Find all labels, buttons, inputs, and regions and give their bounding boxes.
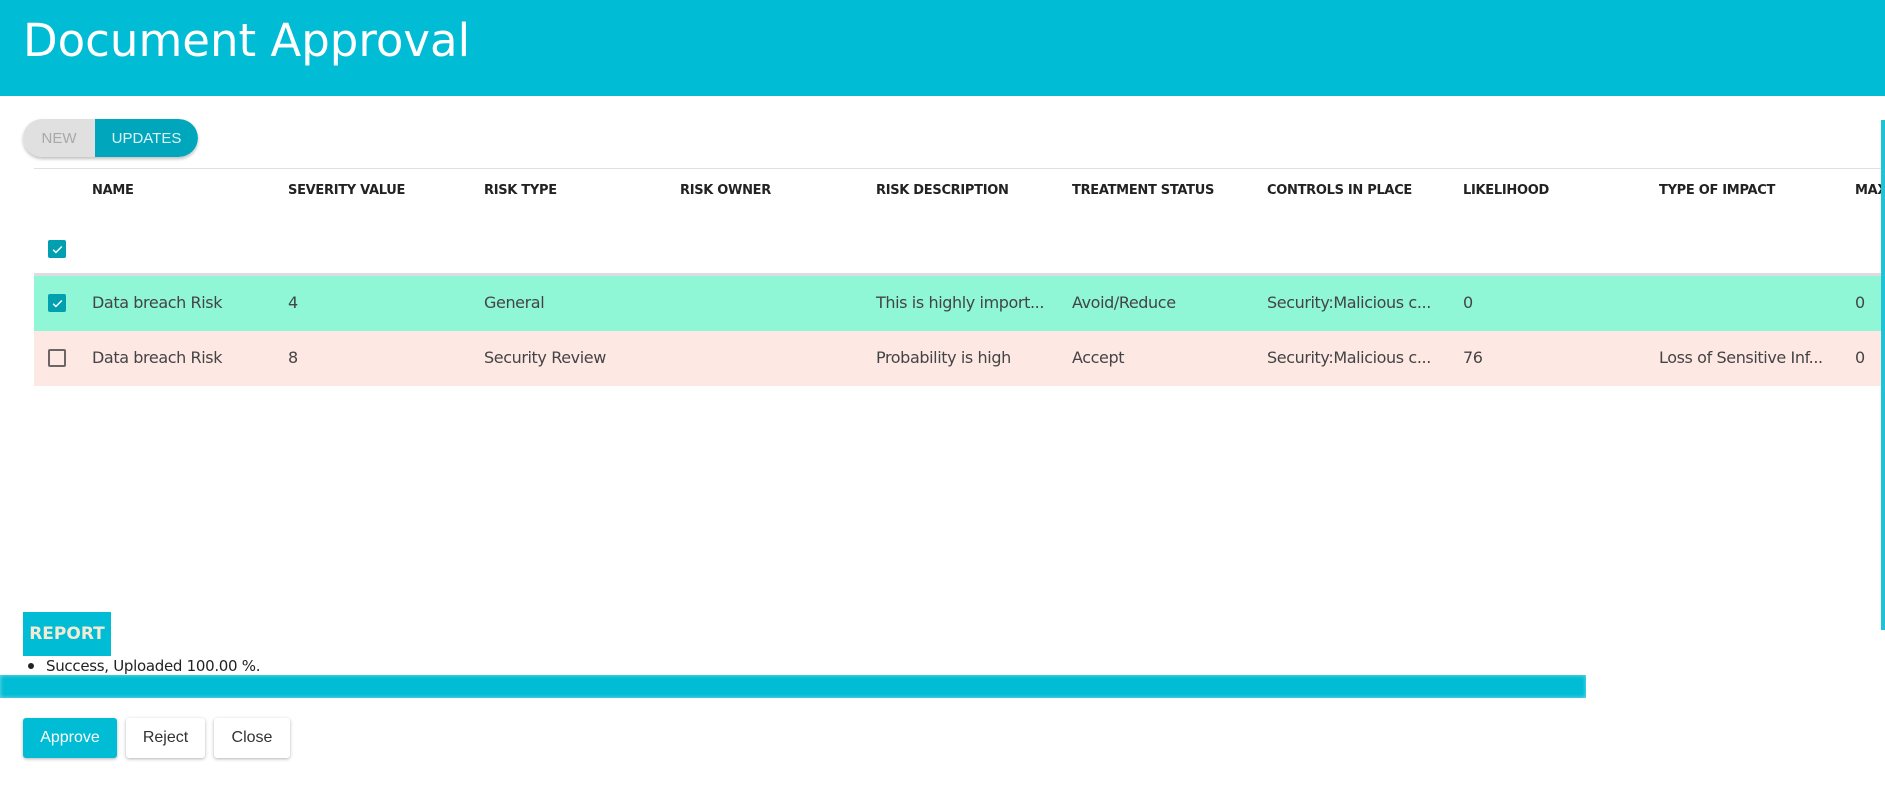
cell-treatment-status: Accept bbox=[1072, 348, 1125, 367]
reject-button[interactable]: Reject bbox=[126, 718, 205, 758]
column-header-risk-type[interactable]: RISK TYPE bbox=[484, 183, 557, 198]
action-buttons: Approve Reject Close bbox=[23, 718, 290, 758]
upload-progress-bar bbox=[0, 675, 1586, 698]
risk-table: NAME SEVERITY VALUE RISK TYPE RISK OWNER… bbox=[34, 168, 1881, 628]
select-all-row bbox=[34, 224, 1881, 274]
cell-severity-value: 4 bbox=[288, 293, 298, 312]
close-button[interactable]: Close bbox=[214, 718, 290, 758]
column-header-risk-description[interactable]: RISK DESCRIPTION bbox=[876, 183, 1009, 198]
column-header-severity-value[interactable]: SEVERITY VALUE bbox=[288, 183, 405, 198]
cell-max: 0 bbox=[1855, 348, 1865, 367]
cell-treatment-status: Avoid/Reduce bbox=[1072, 293, 1176, 312]
column-header-treatment-status[interactable]: TREATMENT STATUS bbox=[1072, 183, 1214, 198]
checkmark-icon bbox=[52, 245, 62, 254]
column-header-max[interactable]: MAX bbox=[1855, 183, 1881, 198]
column-header-likelihood[interactable]: LIKELIHOOD bbox=[1463, 183, 1549, 198]
cell-controls-in-place: Security:Malicious c... bbox=[1267, 293, 1431, 312]
column-header-controls-in-place[interactable]: CONTROLS IN PLACE bbox=[1267, 183, 1412, 198]
toggle-updates[interactable]: UPDATES bbox=[95, 119, 198, 157]
view-toggle: NEW UPDATES bbox=[23, 119, 198, 157]
cell-max: 0 bbox=[1855, 293, 1865, 312]
vertical-scrollbar[interactable] bbox=[1881, 120, 1885, 630]
cell-risk-type: Security Review bbox=[484, 348, 606, 367]
report-message: Success, Uploaded 100.00 %. bbox=[26, 657, 260, 675]
cell-name: Data breach Risk bbox=[92, 348, 223, 367]
column-header-type-of-impact[interactable]: TYPE OF IMPACT bbox=[1659, 183, 1775, 198]
row-checkbox[interactable] bbox=[48, 349, 66, 367]
report-message-text: Success, Uploaded 100.00 %. bbox=[46, 657, 261, 675]
checkmark-icon bbox=[52, 299, 62, 308]
cell-likelihood: 0 bbox=[1463, 293, 1473, 312]
report-messages: Success, Uploaded 100.00 %. bbox=[26, 657, 260, 675]
cell-likelihood: 76 bbox=[1463, 348, 1483, 367]
column-header-name[interactable]: NAME bbox=[92, 183, 134, 198]
cell-name: Data breach Risk bbox=[92, 293, 223, 312]
report-button[interactable]: REPORT bbox=[23, 612, 111, 656]
cell-risk-description: Probability is high bbox=[876, 348, 1011, 367]
approve-button[interactable]: Approve bbox=[23, 718, 117, 758]
table-row[interactable]: Data breach Risk 8 Security Review Proba… bbox=[34, 331, 1881, 386]
upload-progress-fill bbox=[0, 675, 1586, 698]
toggle-new[interactable]: NEW bbox=[23, 119, 95, 157]
cell-risk-description: This is highly import... bbox=[876, 293, 1045, 312]
cell-severity-value: 8 bbox=[288, 348, 298, 367]
cell-type-of-impact: Loss of Sensitive Inf... bbox=[1659, 348, 1823, 367]
select-all-checkbox[interactable] bbox=[48, 240, 66, 258]
app-header: Document Approval bbox=[0, 0, 1885, 96]
cell-risk-type: General bbox=[484, 293, 545, 312]
row-checkbox[interactable] bbox=[48, 294, 66, 312]
bullet-icon bbox=[28, 663, 34, 669]
table-row[interactable]: Data breach Risk 4 General This is highl… bbox=[34, 276, 1881, 331]
column-header-risk-owner[interactable]: RISK OWNER bbox=[680, 183, 771, 198]
page-title: Document Approval bbox=[23, 14, 471, 67]
table-header: NAME SEVERITY VALUE RISK TYPE RISK OWNER… bbox=[34, 169, 1881, 273]
cell-controls-in-place: Security:Malicious c... bbox=[1267, 348, 1431, 367]
